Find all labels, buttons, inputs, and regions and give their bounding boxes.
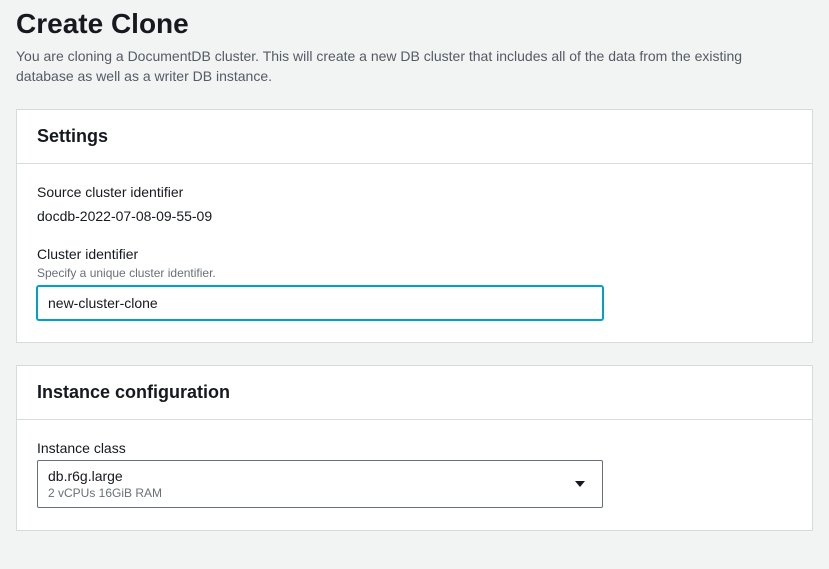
cluster-identifier-field: Cluster identifier Specify a unique clus… — [37, 246, 792, 320]
instance-config-panel-title: Instance configuration — [37, 382, 792, 403]
cluster-identifier-label: Cluster identifier — [37, 246, 792, 262]
instance-class-field: Instance class db.r6g.large 2 vCPUs 16Gi… — [37, 440, 792, 509]
page-description: You are cloning a DocumentDB cluster. Th… — [16, 46, 796, 87]
cluster-identifier-hint: Specify a unique cluster identifier. — [37, 266, 792, 280]
settings-panel-header: Settings — [17, 110, 812, 164]
source-cluster-label: Source cluster identifier — [37, 184, 792, 200]
instance-config-panel-body: Instance class db.r6g.large 2 vCPUs 16Gi… — [17, 420, 812, 531]
settings-panel-title: Settings — [37, 126, 792, 147]
instance-class-label: Instance class — [37, 440, 792, 456]
source-cluster-value: docdb-2022-07-08-09-55-09 — [37, 208, 792, 224]
instance-config-panel: Instance configuration Instance class db… — [16, 365, 813, 532]
instance-class-value: db.r6g.large — [48, 467, 162, 485]
instance-config-panel-header: Instance configuration — [17, 366, 812, 420]
instance-class-dropdown-text: db.r6g.large 2 vCPUs 16GiB RAM — [48, 467, 162, 502]
settings-panel-body: Source cluster identifier docdb-2022-07-… — [17, 164, 812, 342]
cluster-identifier-input[interactable] — [37, 286, 603, 320]
caret-down-icon — [574, 480, 586, 488]
settings-panel: Settings Source cluster identifier docdb… — [16, 109, 813, 343]
source-cluster-field: Source cluster identifier docdb-2022-07-… — [37, 184, 792, 224]
page-title: Create Clone — [16, 8, 813, 40]
instance-class-dropdown[interactable]: db.r6g.large 2 vCPUs 16GiB RAM — [37, 460, 603, 509]
instance-class-sub: 2 vCPUs 16GiB RAM — [48, 486, 162, 502]
